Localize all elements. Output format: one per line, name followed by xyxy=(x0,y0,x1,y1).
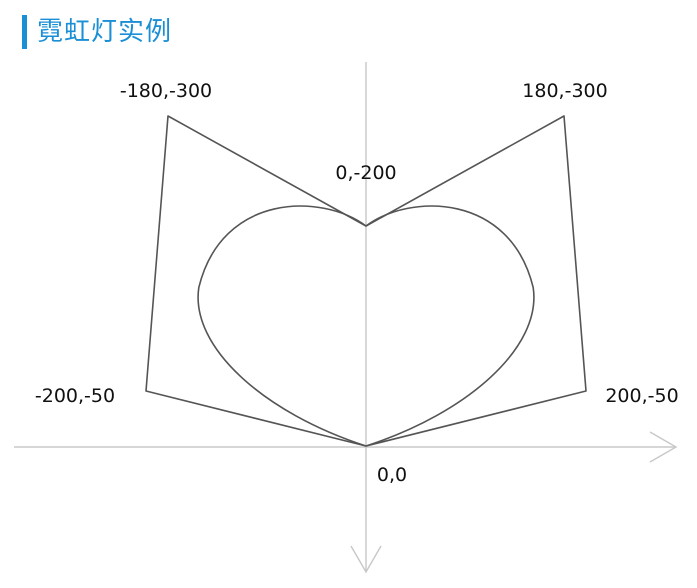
label-left-mid: -200,-50 xyxy=(35,385,115,407)
label-notch: 0,-200 xyxy=(335,162,396,184)
label-right-mid: 200,-50 xyxy=(605,385,678,407)
label-left-top: -180,-300 xyxy=(120,80,212,102)
coordinate-diagram: -180,-300 180,-300 0,-200 -200,-50 200,-… xyxy=(14,62,679,574)
label-origin: 0,0 xyxy=(377,464,407,486)
label-right-top: 180,-300 xyxy=(522,80,607,102)
